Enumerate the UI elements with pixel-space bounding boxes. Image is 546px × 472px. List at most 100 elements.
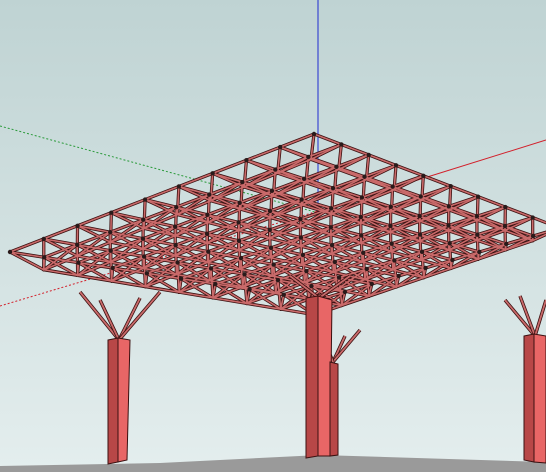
truss-node bbox=[236, 238, 242, 244]
truss-node bbox=[446, 223, 451, 228]
truss-node bbox=[298, 216, 303, 222]
truss-node bbox=[268, 245, 274, 251]
truss-node bbox=[247, 287, 252, 292]
truss-node bbox=[76, 260, 81, 265]
truss-node bbox=[475, 194, 481, 199]
truss-node bbox=[173, 242, 178, 248]
truss-node bbox=[311, 131, 317, 137]
truss-node bbox=[328, 225, 334, 230]
truss-node bbox=[329, 242, 335, 248]
truss-node bbox=[446, 204, 452, 209]
truss-node bbox=[336, 275, 342, 280]
truss-node bbox=[419, 249, 425, 255]
3d-modeling-viewport[interactable] bbox=[0, 0, 546, 472]
truss-node bbox=[273, 167, 278, 172]
truss-node bbox=[334, 164, 339, 170]
truss-node bbox=[178, 276, 184, 281]
truss-node bbox=[275, 277, 281, 283]
truss-node bbox=[267, 208, 273, 214]
truss-node bbox=[474, 214, 480, 219]
truss-node bbox=[140, 236, 146, 241]
truss-node bbox=[75, 223, 80, 228]
truss-node bbox=[109, 210, 114, 215]
truss-node bbox=[504, 241, 509, 247]
truss-node bbox=[42, 255, 47, 260]
truss-node bbox=[204, 231, 210, 236]
truss-node bbox=[281, 292, 286, 297]
truss-node bbox=[240, 179, 245, 185]
truss-node bbox=[172, 224, 178, 229]
truss-node bbox=[339, 142, 344, 147]
truss-node bbox=[448, 184, 453, 189]
truss-node bbox=[475, 232, 480, 237]
truss-node bbox=[175, 260, 180, 265]
truss-node bbox=[418, 194, 423, 199]
truss-node bbox=[238, 255, 244, 261]
truss-node bbox=[242, 272, 247, 277]
truss-node bbox=[110, 265, 115, 271]
truss-node bbox=[417, 213, 422, 219]
truss-node bbox=[503, 204, 508, 210]
truss-node bbox=[450, 257, 455, 263]
truss-node bbox=[141, 217, 146, 222]
truss-node bbox=[142, 197, 148, 202]
truss-node bbox=[330, 185, 336, 191]
truss-node bbox=[301, 176, 307, 182]
truss-node bbox=[362, 174, 367, 179]
truss-node bbox=[358, 214, 364, 220]
truss-node bbox=[210, 171, 215, 176]
truss-node bbox=[306, 154, 311, 160]
truss-node bbox=[309, 283, 314, 289]
truss-node bbox=[176, 184, 182, 189]
truss-node bbox=[359, 233, 364, 238]
truss-node bbox=[269, 188, 275, 194]
truss-node bbox=[271, 262, 276, 267]
truss-node bbox=[364, 266, 369, 272]
truss-node bbox=[389, 241, 394, 246]
truss-node bbox=[144, 271, 150, 276]
truss-node bbox=[41, 236, 46, 242]
truss-node bbox=[236, 220, 241, 225]
truss-node bbox=[304, 268, 309, 274]
truss-node bbox=[393, 163, 399, 168]
truss-node bbox=[392, 258, 397, 263]
truss-node bbox=[361, 250, 366, 255]
truss-node bbox=[477, 249, 482, 255]
column-right[interactable] bbox=[523, 333, 546, 464]
column-left[interactable] bbox=[107, 337, 131, 465]
truss-node bbox=[342, 289, 348, 295]
truss-node bbox=[141, 254, 147, 259]
scene-canvas[interactable] bbox=[0, 0, 546, 472]
truss-node bbox=[421, 173, 426, 178]
truss-node bbox=[7, 249, 13, 255]
truss-node bbox=[388, 204, 393, 209]
truss-node bbox=[332, 259, 338, 265]
truss-node bbox=[388, 223, 393, 228]
truss-node bbox=[237, 200, 242, 205]
truss-node bbox=[244, 158, 249, 163]
truss-node bbox=[174, 204, 179, 210]
truss-node bbox=[359, 195, 365, 200]
truss-node bbox=[502, 223, 508, 229]
truss-node bbox=[205, 212, 210, 217]
truss-node bbox=[530, 215, 535, 220]
truss-node bbox=[423, 265, 428, 271]
truss-node bbox=[447, 241, 452, 246]
truss-node bbox=[299, 197, 304, 202]
truss-node bbox=[530, 233, 536, 239]
truss-node bbox=[390, 184, 395, 189]
truss-node bbox=[300, 252, 306, 258]
truss-node bbox=[206, 249, 211, 254]
truss-node bbox=[278, 144, 283, 150]
truss-node bbox=[108, 230, 113, 235]
truss-node bbox=[267, 227, 272, 233]
truss-node bbox=[108, 248, 113, 253]
truss-node bbox=[396, 273, 401, 279]
truss-node bbox=[369, 281, 374, 287]
truss-node bbox=[207, 192, 212, 197]
truss-node bbox=[366, 152, 371, 158]
truss-node bbox=[328, 206, 334, 211]
truss-node bbox=[75, 242, 80, 247]
truss-node bbox=[208, 266, 214, 271]
truss-node bbox=[298, 235, 304, 240]
